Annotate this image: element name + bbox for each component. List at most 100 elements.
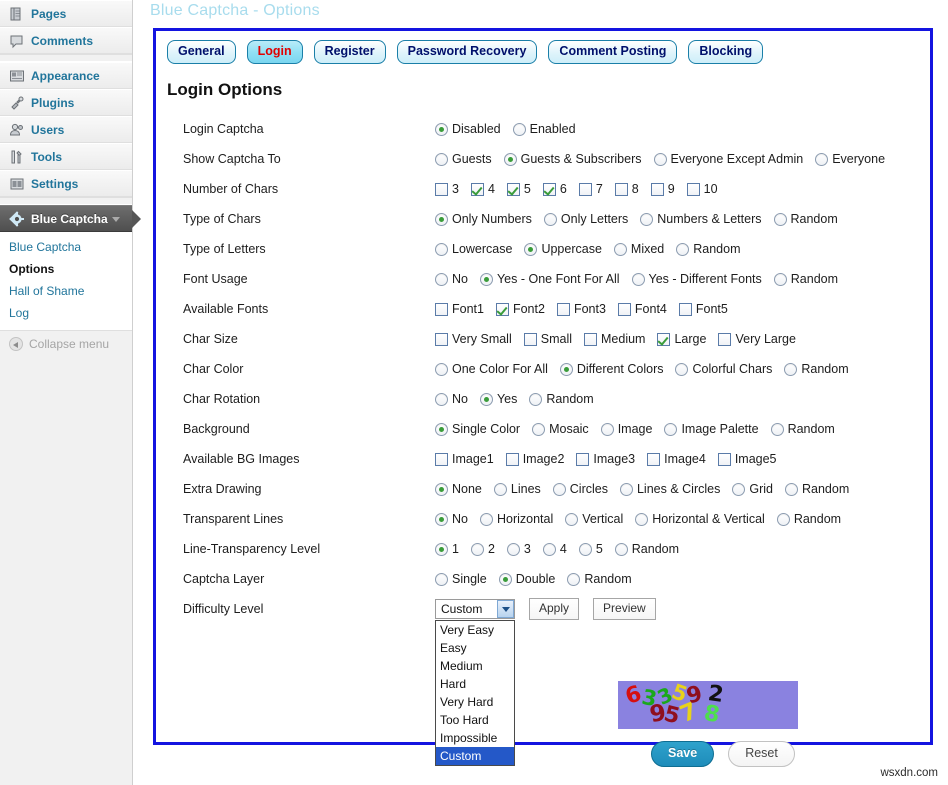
checkbox-unchecked[interactable] [647, 453, 660, 466]
radio-button-unchecked[interactable] [543, 543, 556, 556]
dropdown-option-very-hard[interactable]: Very Hard [436, 693, 514, 711]
option-captcha-layer-double[interactable]: Double [499, 572, 556, 586]
option-extra-drawing-lines-circles[interactable]: Lines & Circles [620, 482, 720, 496]
radio-button-unchecked[interactable] [544, 213, 557, 226]
checkbox-checked[interactable] [507, 183, 520, 196]
sidebar-item-users[interactable]: Users [0, 116, 132, 143]
radio-button-unchecked[interactable] [635, 513, 648, 526]
radio-button-unchecked[interactable] [529, 393, 542, 406]
option-type-of-chars-random[interactable]: Random [774, 212, 838, 226]
checkbox-unchecked[interactable] [579, 183, 592, 196]
option-show-captcha-to-guests-subscribers[interactable]: Guests & Subscribers [504, 152, 642, 166]
option-available-bg-images-image2[interactable]: Image2 [506, 452, 565, 466]
radio-button-unchecked[interactable] [815, 153, 828, 166]
radio-button-unchecked[interactable] [601, 423, 614, 436]
apply-button[interactable]: Apply [529, 598, 579, 620]
submenu-item-blue-captcha[interactable]: Blue Captcha [9, 236, 132, 258]
radio-button-checked[interactable] [435, 513, 448, 526]
radio-button-unchecked[interactable] [435, 363, 448, 376]
reset-button[interactable]: Reset [728, 741, 795, 767]
option-font-usage-random[interactable]: Random [774, 272, 838, 286]
option-line-transparency-level-random[interactable]: Random [615, 542, 679, 556]
checkbox-unchecked[interactable] [718, 453, 731, 466]
option-background-image[interactable]: Image [601, 422, 653, 436]
chevron-down-icon[interactable] [497, 600, 514, 618]
radio-button-checked[interactable] [435, 423, 448, 436]
checkbox-unchecked[interactable] [584, 333, 597, 346]
collapse-menu-button[interactable]: Collapse menu [0, 331, 132, 357]
radio-button-unchecked[interactable] [494, 483, 507, 496]
tab-password-recovery[interactable]: Password Recovery [397, 40, 538, 64]
option-char-color-one-color-for-all[interactable]: One Color For All [435, 362, 548, 376]
option-type-of-chars-numbers-letters[interactable]: Numbers & Letters [640, 212, 761, 226]
option-char-rotation-no[interactable]: No [435, 392, 468, 406]
dropdown-option-custom[interactable]: Custom [436, 747, 514, 765]
option-captcha-layer-single[interactable]: Single [435, 572, 487, 586]
radio-button-unchecked[interactable] [777, 513, 790, 526]
option-char-color-different-colors[interactable]: Different Colors [560, 362, 664, 376]
sidebar-item-plugins[interactable]: Plugins [0, 89, 132, 116]
checkbox-unchecked[interactable] [435, 183, 448, 196]
tab-login[interactable]: Login [247, 40, 303, 64]
option-transparent-lines-random[interactable]: Random [777, 512, 841, 526]
radio-button-unchecked[interactable] [785, 483, 798, 496]
checkbox-unchecked[interactable] [687, 183, 700, 196]
option-available-bg-images-image4[interactable]: Image4 [647, 452, 706, 466]
preview-button[interactable]: Preview [593, 598, 656, 620]
option-font-usage-no[interactable]: No [435, 272, 468, 286]
option-char-size-very-small[interactable]: Very Small [435, 332, 512, 346]
option-show-captcha-to-guests[interactable]: Guests [435, 152, 492, 166]
option-extra-drawing-grid[interactable]: Grid [732, 482, 773, 496]
option-char-size-large[interactable]: Large [657, 332, 706, 346]
radio-button-unchecked[interactable] [620, 483, 633, 496]
save-button[interactable]: Save [651, 741, 714, 767]
tab-register[interactable]: Register [314, 40, 386, 64]
checkbox-unchecked[interactable] [435, 303, 448, 316]
option-available-fonts-font3[interactable]: Font3 [557, 302, 606, 316]
checkbox-unchecked[interactable] [506, 453, 519, 466]
radio-button-checked[interactable] [560, 363, 573, 376]
option-char-rotation-yes[interactable]: Yes [480, 392, 517, 406]
radio-button-unchecked[interactable] [614, 243, 627, 256]
option-available-fonts-font5[interactable]: Font5 [679, 302, 728, 316]
option-type-of-letters-mixed[interactable]: Mixed [614, 242, 664, 256]
option-background-mosaic[interactable]: Mosaic [532, 422, 589, 436]
checkbox-unchecked[interactable] [618, 303, 631, 316]
radio-button-checked[interactable] [480, 273, 493, 286]
checkbox-unchecked[interactable] [576, 453, 589, 466]
option-char-size-medium[interactable]: Medium [584, 332, 645, 346]
tab-general[interactable]: General [167, 40, 236, 64]
radio-button-checked[interactable] [435, 213, 448, 226]
radio-button-unchecked[interactable] [654, 153, 667, 166]
submenu-item-log[interactable]: Log [9, 302, 132, 324]
checkbox-unchecked[interactable] [435, 453, 448, 466]
checkbox-unchecked[interactable] [651, 183, 664, 196]
radio-button-unchecked[interactable] [565, 513, 578, 526]
option-font-usage-yes-one-font-for-all[interactable]: Yes - One Font For All [480, 272, 620, 286]
checkbox-unchecked[interactable] [557, 303, 570, 316]
radio-button-unchecked[interactable] [676, 243, 689, 256]
difficulty-dropdown-list[interactable]: Very EasyEasyMediumHardVery HardToo Hard… [435, 620, 515, 766]
option-show-captcha-to-everyone[interactable]: Everyone [815, 152, 885, 166]
option-available-bg-images-image5[interactable]: Image5 [718, 452, 777, 466]
checkbox-unchecked[interactable] [524, 333, 537, 346]
option-available-bg-images-image3[interactable]: Image3 [576, 452, 635, 466]
option-number-of-chars-4[interactable]: 4 [471, 182, 495, 196]
option-available-fonts-font4[interactable]: Font4 [618, 302, 667, 316]
radio-button-unchecked[interactable] [640, 213, 653, 226]
checkbox-unchecked[interactable] [435, 333, 448, 346]
option-line-transparency-level-4[interactable]: 4 [543, 542, 567, 556]
radio-button-unchecked[interactable] [632, 273, 645, 286]
option-line-transparency-level-3[interactable]: 3 [507, 542, 531, 556]
radio-button-unchecked[interactable] [732, 483, 745, 496]
radio-button-unchecked[interactable] [435, 243, 448, 256]
option-captcha-layer-random[interactable]: Random [567, 572, 631, 586]
option-background-random[interactable]: Random [771, 422, 835, 436]
option-transparent-lines-horizontal[interactable]: Horizontal [480, 512, 553, 526]
option-char-size-very-large[interactable]: Very Large [718, 332, 795, 346]
option-number-of-chars-7[interactable]: 7 [579, 182, 603, 196]
radio-button-checked[interactable] [435, 483, 448, 496]
radio-button-unchecked[interactable] [471, 543, 484, 556]
option-extra-drawing-circles[interactable]: Circles [553, 482, 608, 496]
radio-button-unchecked[interactable] [435, 273, 448, 286]
